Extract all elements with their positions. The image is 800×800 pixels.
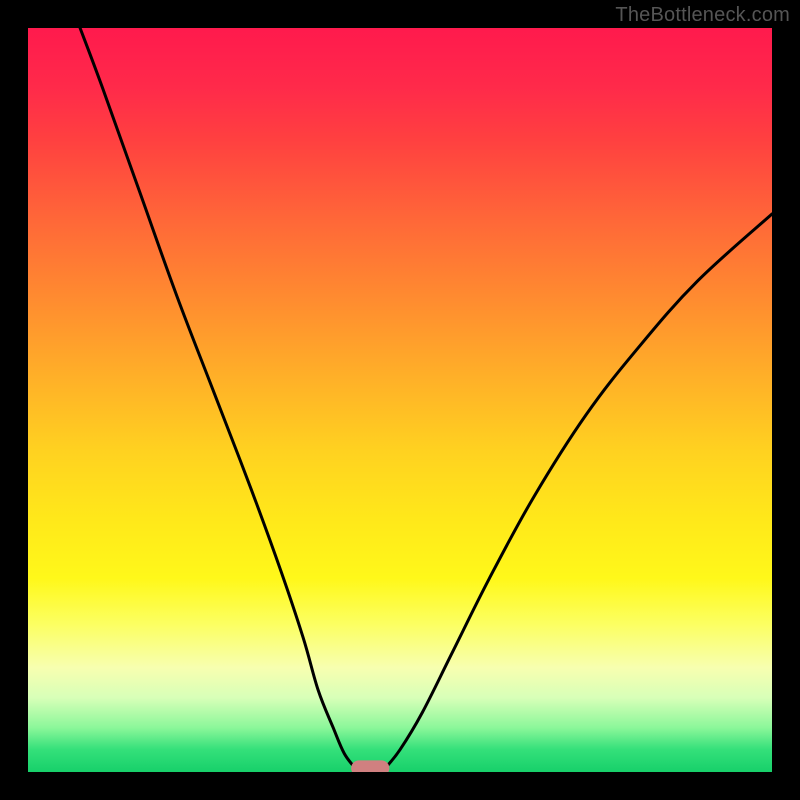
curve-right-curve xyxy=(385,214,772,768)
outer-frame: TheBottleneck.com xyxy=(0,0,800,800)
chart-svg xyxy=(28,28,772,772)
chart-layer xyxy=(80,28,772,772)
plot-area xyxy=(28,28,772,772)
bottleneck-marker xyxy=(352,761,389,772)
watermark-text: TheBottleneck.com xyxy=(615,4,790,27)
curve-left-curve xyxy=(80,28,355,768)
